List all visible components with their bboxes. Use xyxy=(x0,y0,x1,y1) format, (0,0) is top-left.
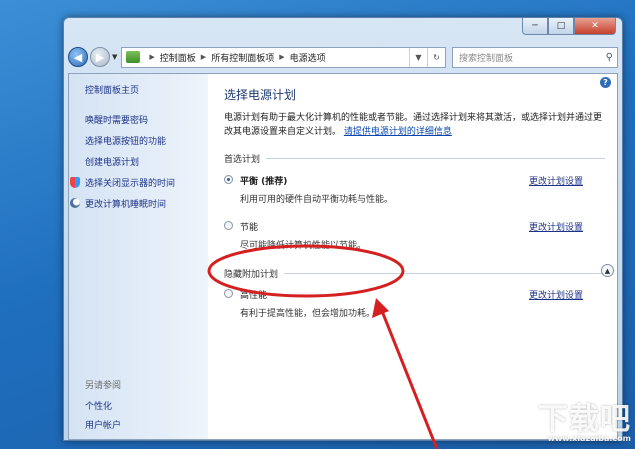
breadcrumb-all-items[interactable]: 所有控制面板项 xyxy=(211,51,274,64)
client-area: 控制面板主页 唤醒时需要密码 选择电源按钮的功能 创建电源计划 选择关闭显示器的… xyxy=(68,73,618,440)
plan-description: 有利于提高性能，但会增加功耗。 xyxy=(240,309,376,319)
change-plan-settings-link[interactable]: 更改计划设置 xyxy=(529,220,583,233)
forward-button[interactable]: ▶ xyxy=(90,47,110,67)
search-icon[interactable]: ⚲ xyxy=(606,52,613,63)
breadcrumb-control-panel[interactable]: 控制面板 xyxy=(160,51,196,64)
preferred-plans-header: 首选计划 xyxy=(224,152,605,165)
sidebar-item-label: 选择关闭显示器的时间 xyxy=(85,179,176,189)
forward-arrow-icon: ▶ xyxy=(95,50,105,64)
back-button[interactable]: ◀ xyxy=(68,47,88,67)
section-divider xyxy=(284,273,605,274)
breadcrumb-power-options[interactable]: 电源选项 xyxy=(290,51,326,64)
plan-balanced-radio[interactable] xyxy=(224,175,233,184)
plan-high-performance-radio[interactable] xyxy=(224,289,233,298)
collapse-up-icon[interactable]: ▲ xyxy=(601,264,614,277)
hidden-plans-header[interactable]: 隐藏附加计划 ▲ xyxy=(224,264,614,280)
plan-description: 尽可能降低计算机性能以节能。 xyxy=(240,241,367,251)
sidebar-item-power-button[interactable]: 选择电源按钮的功能 xyxy=(85,134,208,147)
sidebar-item-sleep-time[interactable]: 更改计算机睡眠时间 xyxy=(70,197,208,210)
back-arrow-icon: ◀ xyxy=(73,50,83,64)
caption-buttons: ─ □ ✕ xyxy=(522,18,616,35)
maximize-button[interactable]: □ xyxy=(548,18,574,35)
close-button[interactable]: ✕ xyxy=(574,18,616,35)
breadcrumb-separator-icon[interactable]: ▶ xyxy=(149,53,154,61)
see-also-section: 另请参阅 个性化 用户帐户 xyxy=(85,378,121,437)
main-content: ? 选择电源计划 电源计划有助于最大化计算机的性能或者节能。通过选择计划来将其激… xyxy=(208,74,617,439)
breadcrumb-separator-icon[interactable]: ▶ xyxy=(201,53,206,61)
plan-power-saver-radio[interactable] xyxy=(224,221,233,230)
address-dropdown-icon[interactable]: ▼ xyxy=(409,47,427,67)
sidebar-item-create-plan[interactable]: 创建电源计划 xyxy=(85,155,208,168)
plan-description: 利用可用的硬件自动平衡功耗与性能。 xyxy=(240,195,394,205)
plan-balanced: 平衡 (推荐) 利用可用的硬件自动平衡功耗与性能。 更改计划设置 xyxy=(224,174,605,205)
control-panel-icon xyxy=(126,51,141,63)
watermark-url: www.xiazaiba.com xyxy=(547,434,631,443)
plan-power-saver: 节能 尽可能降低计算机性能以节能。 更改计划设置 xyxy=(224,220,605,251)
watermark-logo: 下载吧 www.xiazaiba.com xyxy=(538,394,631,443)
minimize-button[interactable]: ─ xyxy=(522,18,548,35)
see-also-personalization[interactable]: 个性化 xyxy=(85,399,121,412)
help-icon[interactable]: ? xyxy=(600,77,611,88)
sidebar: 控制面板主页 唤醒时需要密码 选择电源按钮的功能 创建电源计划 选择关闭显示器的… xyxy=(69,74,208,439)
see-also-heading: 另请参阅 xyxy=(85,381,122,391)
page-description: 电源计划有助于最大化计算机的性能或者节能。通过选择计划来将其激活，或选择计划并通… xyxy=(224,111,604,139)
breadcrumb-separator-icon[interactable]: ▶ xyxy=(279,53,284,61)
sidebar-home-link[interactable]: 控制面板主页 xyxy=(85,83,208,96)
preferred-plans-heading: 首选计划 xyxy=(224,155,261,165)
page-title: 选择电源计划 xyxy=(224,88,297,102)
refresh-icon[interactable]: ↻ xyxy=(427,47,445,67)
change-plan-settings-link[interactable]: 更改计划设置 xyxy=(529,288,583,301)
search-placeholder: 搜索控制面板 xyxy=(459,53,514,64)
hidden-plans-heading[interactable]: 隐藏附加计划 xyxy=(224,267,278,280)
watermark-text: 下载吧 xyxy=(538,402,631,437)
change-plan-settings-link[interactable]: 更改计划设置 xyxy=(529,174,583,187)
see-also-user-accounts[interactable]: 用户帐户 xyxy=(85,418,121,431)
search-input[interactable]: 搜索控制面板 ⚲ xyxy=(452,46,618,68)
display-icon xyxy=(70,177,80,188)
sleep-moon-icon xyxy=(70,198,80,208)
sidebar-item-label: 更改计算机睡眠时间 xyxy=(85,200,167,210)
plan-high-performance: 高性能 有利于提高性能，但会增加功耗。 更改计划设置 xyxy=(224,288,605,319)
sidebar-item-display-off[interactable]: 选择关闭显示器的时间 xyxy=(70,176,208,189)
sidebar-item-wake-password[interactable]: 唤醒时需要密码 xyxy=(85,113,208,126)
section-divider xyxy=(266,158,605,159)
navigation-bar: ◀ ▶ ▼ ▶ 控制面板 ▶ 所有控制面板项 ▶ 电源选项 ▼ ↻ 搜索控制面板… xyxy=(68,45,618,69)
plan-details-link[interactable]: 请提供电源计划的详细信息 xyxy=(344,127,452,137)
recent-pages-dropdown[interactable]: ▼ xyxy=(112,53,117,61)
address-bar[interactable]: ▶ 控制面板 ▶ 所有控制面板项 ▶ 电源选项 ▼ ↻ xyxy=(121,46,446,68)
control-panel-window: ─ □ ✕ ◀ ▶ ▼ ▶ 控制面板 ▶ 所有控制面板项 ▶ 电源选项 ▼ ↻ … xyxy=(63,17,623,441)
